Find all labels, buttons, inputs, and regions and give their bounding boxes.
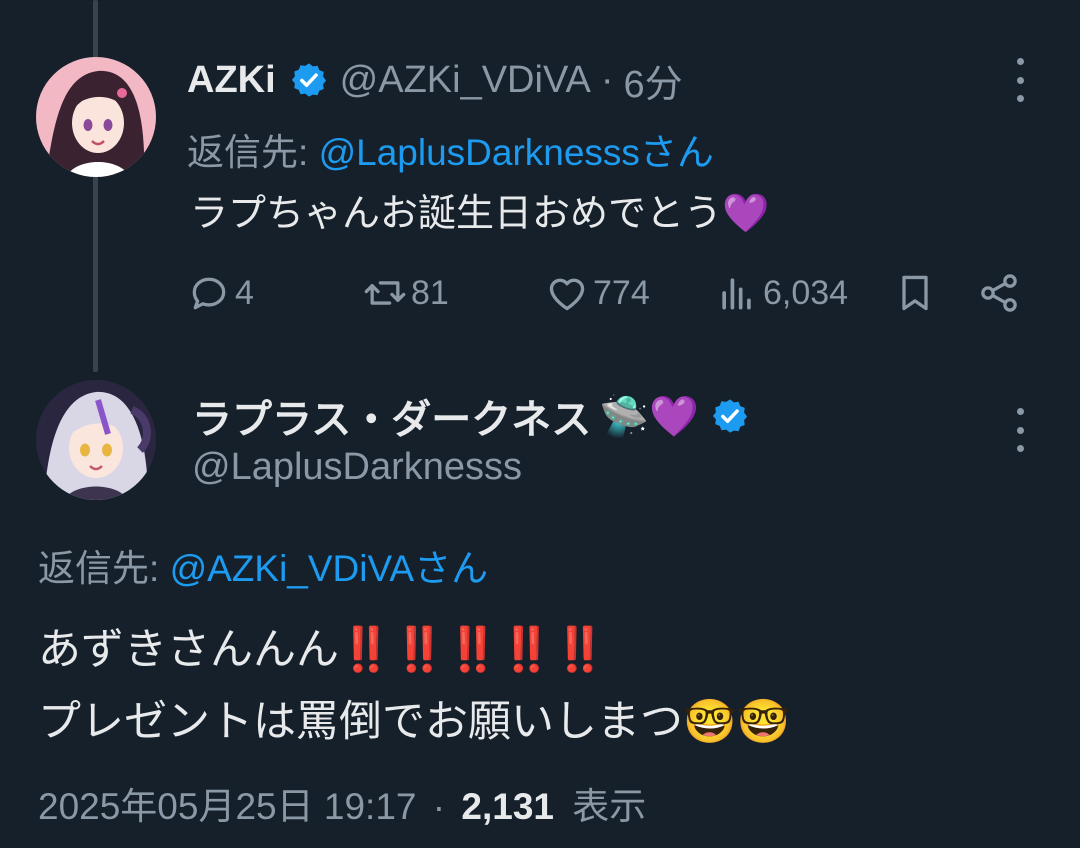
views-total: 2,131 bbox=[461, 786, 554, 827]
share-icon bbox=[981, 274, 1017, 312]
retweet-icon bbox=[364, 281, 406, 305]
views-label: 表示 bbox=[572, 786, 647, 827]
views-count: 6,034 bbox=[763, 273, 849, 312]
main-display-name[interactable]: ラプラス・ダークネス bbox=[192, 387, 591, 445]
main-handle[interactable]: @LaplusDarknesss bbox=[192, 446, 522, 489]
replying-prefix: 返信先: bbox=[38, 548, 170, 589]
views-button[interactable]: 6,034 bbox=[715, 268, 848, 318]
replying-prefix: 返信先: bbox=[187, 132, 319, 173]
main-tweet-text: あずきさんんん‼️‼️‼️‼️‼️ プレゼントは罵倒でお願いしまつ🤓🤓 bbox=[38, 614, 790, 758]
bookmark-button[interactable] bbox=[893, 268, 937, 318]
reply-action-bar: 4 81 774 6,034 bbox=[187, 268, 1027, 318]
like-count: 774 bbox=[593, 273, 650, 312]
main-replying-to: 返信先: @AZKi_VDiVAさん bbox=[38, 538, 488, 592]
main-tweet-meta: 2025年05月25日 19:17 · 2,131 表示 bbox=[38, 776, 646, 830]
replying-mention-link[interactable]: @LaplusDarknesssさん bbox=[319, 132, 714, 173]
bookmark-icon bbox=[902, 275, 928, 311]
like-button[interactable]: 774 bbox=[545, 268, 650, 318]
reply-icon bbox=[192, 277, 226, 310]
reply-button[interactable]: 4 bbox=[187, 268, 254, 318]
reply-handle[interactable]: @AZKi_VDiVA bbox=[340, 59, 591, 102]
more-icon[interactable] bbox=[1008, 58, 1032, 102]
retweet-button[interactable]: 81 bbox=[363, 268, 449, 318]
avatar-laplus[interactable] bbox=[36, 380, 156, 500]
thread-line bbox=[93, 0, 98, 372]
replying-mention-link[interactable]: @AZKi_VDiVAさん bbox=[170, 548, 489, 589]
avatar-azki-image bbox=[36, 57, 156, 177]
reply-count: 4 bbox=[235, 273, 254, 312]
main-name-row: ラプラス・ダークネス 🛸💜 bbox=[192, 388, 749, 444]
main-name-emojis: 🛸💜 bbox=[599, 394, 699, 439]
main-text-line2: プレゼントは罵倒でお願いしまつ🤓🤓 bbox=[38, 698, 791, 746]
verified-icon bbox=[712, 399, 747, 433]
tweet-detail-page: AZKi @AZKi_VDiVA · 6分 返信先: @LaplusDarkne… bbox=[0, 0, 1080, 848]
like-icon bbox=[549, 278, 585, 311]
avatar-laplus-image bbox=[36, 380, 156, 500]
more-icon[interactable] bbox=[1008, 408, 1032, 452]
reply-display-name[interactable]: AZKi bbox=[187, 59, 276, 102]
reply-header: AZKi @AZKi_VDiVA · 6分 bbox=[187, 56, 683, 106]
views-icon bbox=[722, 278, 751, 310]
header-separator: · bbox=[600, 58, 614, 101]
reply-replying-to: 返信先: @LaplusDarknesssさん bbox=[187, 122, 714, 176]
retweet-count: 81 bbox=[411, 273, 449, 312]
reply-tweet-text: ラプちゃんお誕生日おめでとう💜 bbox=[190, 193, 770, 235]
timestamp[interactable]: 2025年05月25日 19:17 bbox=[38, 786, 417, 827]
share-button[interactable] bbox=[977, 268, 1021, 318]
main-text-line1: あずきさんんん‼️‼️‼️‼️‼️ bbox=[38, 626, 607, 674]
reply-time[interactable]: 6分 bbox=[623, 53, 682, 108]
meta-separator: · bbox=[432, 786, 446, 827]
verified-icon bbox=[291, 63, 326, 97]
avatar-azki[interactable] bbox=[36, 57, 156, 177]
